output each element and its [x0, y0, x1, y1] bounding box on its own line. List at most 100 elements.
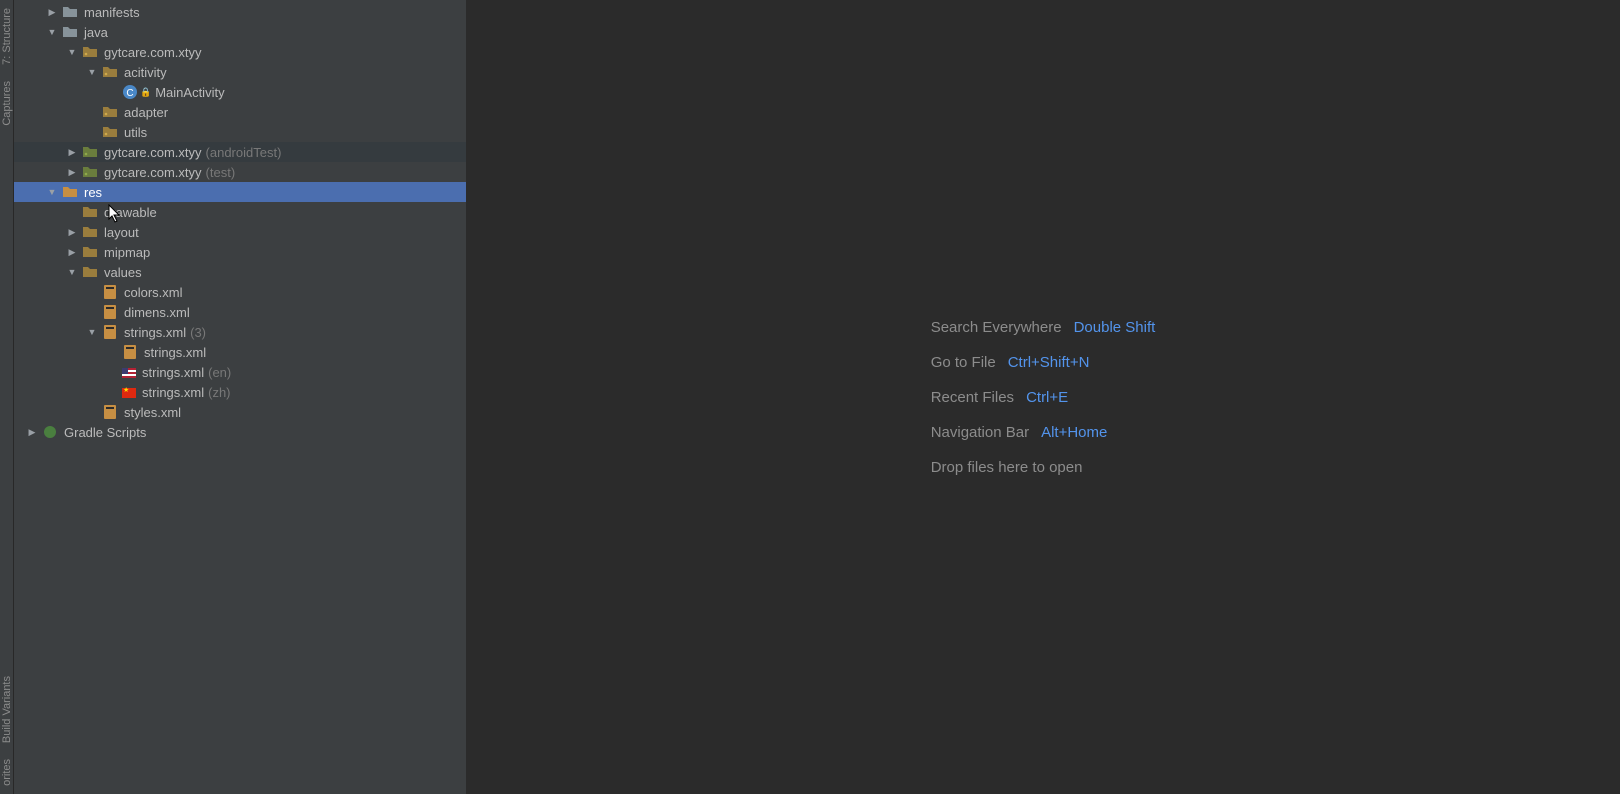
- chevron-down-icon[interactable]: ▼: [66, 47, 78, 57]
- flag-cn-icon: [122, 388, 136, 398]
- svg-text:C: C: [126, 88, 133, 99]
- hint-recent-files: Recent Files Ctrl+E: [931, 389, 1156, 406]
- tree-item-strings-xml-group[interactable]: ▼ strings.xml (3): [14, 322, 466, 342]
- tree-item-manifests[interactable]: ▶ manifests: [14, 2, 466, 22]
- xml-file-icon: [102, 304, 118, 320]
- tree-item-values[interactable]: ▼ values: [14, 262, 466, 282]
- res-folder-icon: [82, 264, 98, 280]
- chevron-down-icon[interactable]: ▼: [86, 67, 98, 77]
- chevron-down-icon[interactable]: ▼: [46, 27, 58, 37]
- tree-item-package-androidtest[interactable]: ▶ gytcare.com.xtyy (androidTest): [14, 142, 466, 162]
- tree-item-label: manifests: [84, 5, 140, 20]
- tree-item-label: utils: [124, 125, 147, 140]
- chevron-down-icon[interactable]: ▼: [66, 267, 78, 277]
- tree-item-label: acitivity: [124, 65, 167, 80]
- folder-icon: [62, 24, 78, 40]
- tree-item-label: mipmap: [104, 245, 150, 260]
- tree-item-java[interactable]: ▼ java: [14, 22, 466, 42]
- chevron-down-icon[interactable]: ▼: [86, 327, 98, 337]
- tree-item-label: colors.xml: [124, 285, 183, 300]
- package-icon: [102, 64, 118, 80]
- toolbar-favorites[interactable]: orites: [1, 751, 13, 794]
- package-icon: [102, 104, 118, 120]
- shortcut-double-shift: Double Shift: [1074, 319, 1156, 336]
- tree-item-gradle-scripts[interactable]: ▶ Gradle Scripts: [14, 422, 466, 442]
- project-tree-panel[interactable]: ▶ manifests ▼ java ▼ gytcare.com.xtyy: [14, 0, 466, 794]
- tree-item-main-activity[interactable]: ▶ C 🔒 MainActivity: [14, 82, 466, 102]
- tree-item-strings-xml-en[interactable]: ▶ strings.xml (en): [14, 362, 466, 382]
- shortcut-recent-files: Ctrl+E: [1026, 389, 1068, 406]
- tree-item-res[interactable]: ▼ res: [14, 182, 466, 202]
- tool-window-bar-left: 7: Structure Captures Build Variants ori…: [0, 0, 14, 794]
- tree-item-suffix: (en): [208, 365, 231, 380]
- res-folder-icon: [82, 204, 98, 220]
- empty-state-panel: Search Everywhere Double Shift Go to Fil…: [931, 301, 1156, 494]
- chevron-right-icon[interactable]: ▶: [66, 167, 78, 178]
- toolbar-build-variants[interactable]: Build Variants: [1, 668, 13, 751]
- tree-item-label: gytcare.com.xtyy: [104, 165, 202, 180]
- hint-goto-file: Go to File Ctrl+Shift+N: [931, 354, 1156, 371]
- tree-item-styles-xml[interactable]: ▶ styles.xml: [14, 402, 466, 422]
- hint-label: Drop files here to open: [931, 459, 1083, 476]
- package-icon: [82, 144, 98, 160]
- tree-item-label: strings.xml: [142, 385, 204, 400]
- tree-item-count: (3): [190, 325, 206, 340]
- lock-icon: 🔒: [140, 87, 151, 98]
- tree-item-label: gytcare.com.xtyy: [104, 45, 202, 60]
- hint-search-everywhere: Search Everywhere Double Shift: [931, 319, 1156, 336]
- chevron-down-icon[interactable]: ▼: [46, 187, 58, 197]
- chevron-right-icon[interactable]: ▶: [66, 147, 78, 158]
- tree-item-strings-xml-default[interactable]: ▶ strings.xml: [14, 342, 466, 362]
- package-icon: [102, 124, 118, 140]
- xml-file-icon: [102, 284, 118, 300]
- chevron-right-icon[interactable]: ▶: [66, 247, 78, 258]
- project-tree[interactable]: ▶ manifests ▼ java ▼ gytcare.com.xtyy: [14, 0, 466, 442]
- xml-file-icon: [102, 324, 118, 340]
- package-icon: [82, 164, 98, 180]
- class-icon: C: [122, 84, 138, 100]
- hint-label: Search Everywhere: [931, 319, 1062, 336]
- package-icon: [82, 44, 98, 60]
- chevron-right-icon[interactable]: ▶: [26, 427, 38, 438]
- tree-item-mipmap[interactable]: ▶ mipmap: [14, 242, 466, 262]
- chevron-right-icon[interactable]: ▶: [46, 7, 58, 18]
- tree-item-label: values: [104, 265, 142, 280]
- tree-item-suffix: (test): [206, 165, 236, 180]
- tree-item-package-test[interactable]: ▶ gytcare.com.xtyy (test): [14, 162, 466, 182]
- tree-item-package-main[interactable]: ▼ gytcare.com.xtyy: [14, 42, 466, 62]
- toolbar-captures[interactable]: Captures: [1, 73, 13, 134]
- toolbar-structure[interactable]: 7: Structure: [1, 0, 13, 73]
- editor-empty-area[interactable]: Search Everywhere Double Shift Go to Fil…: [466, 0, 1620, 794]
- tree-item-colors-xml[interactable]: ▶ colors.xml: [14, 282, 466, 302]
- tree-item-utils[interactable]: ▶ utils: [14, 122, 466, 142]
- tree-item-dimens-xml[interactable]: ▶ dimens.xml: [14, 302, 466, 322]
- tree-item-label: dimens.xml: [124, 305, 190, 320]
- hint-label: Go to File: [931, 354, 996, 371]
- tree-item-label: drawable: [104, 205, 157, 220]
- tree-item-layout[interactable]: ▶ layout: [14, 222, 466, 242]
- tree-item-strings-xml-zh[interactable]: ▶ strings.xml (zh): [14, 382, 466, 402]
- tree-item-label: java: [84, 25, 108, 40]
- shortcut-navigation-bar: Alt+Home: [1041, 424, 1107, 441]
- tree-item-label: MainActivity: [155, 85, 224, 100]
- tree-item-adapter[interactable]: ▶ adapter: [14, 102, 466, 122]
- chevron-right-icon[interactable]: ▶: [66, 227, 78, 238]
- flag-us-icon: [122, 368, 136, 378]
- tree-item-label: styles.xml: [124, 405, 181, 420]
- hint-drop-files: Drop files here to open: [931, 459, 1156, 476]
- tree-item-activity[interactable]: ▼ acitivity: [14, 62, 466, 82]
- res-folder-icon: [62, 184, 78, 200]
- tree-item-label: strings.xml: [124, 325, 186, 340]
- xml-file-icon: [102, 404, 118, 420]
- res-folder-icon: [82, 224, 98, 240]
- tree-item-label: strings.xml: [144, 345, 206, 360]
- tree-item-suffix: (androidTest): [206, 145, 282, 160]
- shortcut-goto-file: Ctrl+Shift+N: [1008, 354, 1090, 371]
- tree-item-suffix: (zh): [208, 385, 230, 400]
- tree-item-drawable[interactable]: ▶ drawable: [14, 202, 466, 222]
- tree-item-label: Gradle Scripts: [64, 425, 146, 440]
- hint-navigation-bar: Navigation Bar Alt+Home: [931, 424, 1156, 441]
- gradle-icon: [42, 424, 58, 440]
- tree-item-label: gytcare.com.xtyy: [104, 145, 202, 160]
- hint-label: Recent Files: [931, 389, 1014, 406]
